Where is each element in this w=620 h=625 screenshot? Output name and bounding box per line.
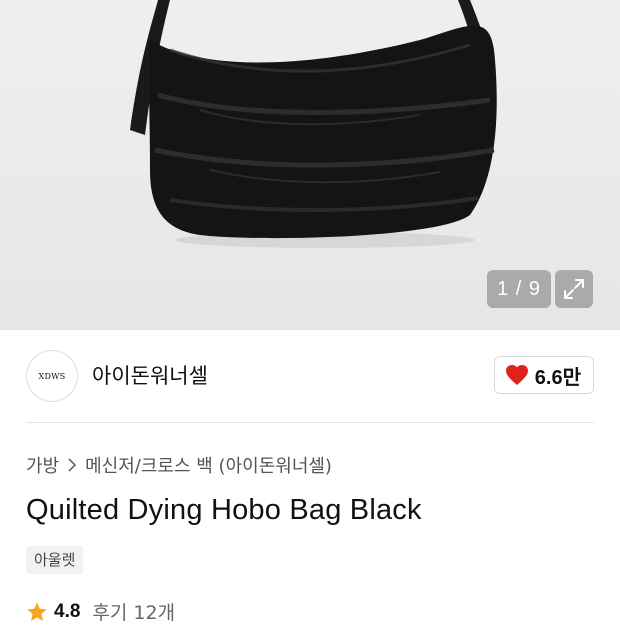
brand-row: XDWS 아이돈워너셀 6.6만 <box>26 350 594 402</box>
breadcrumb: 가방 메신저/크로스 백 (아이돈워너셀) <box>26 452 332 478</box>
review-count-link[interactable]: 후기 12개 <box>92 598 175 625</box>
like-button[interactable]: 6.6만 <box>493 356 594 394</box>
chevron-right-icon <box>68 458 77 472</box>
breadcrumb-category[interactable]: 가방 <box>26 452 59 478</box>
star-icon <box>27 601 47 621</box>
product-image-gallery[interactable]: 1 / 9 <box>0 0 620 330</box>
like-count: 6.6만 <box>534 366 581 389</box>
heart-icon <box>505 365 528 385</box>
outlet-badge: 아울렛 <box>26 546 84 574</box>
breadcrumb-subcategory[interactable]: 메신저/크로스 백 (아이돈워너셀) <box>85 452 332 478</box>
expand-image-button[interactable] <box>555 270 593 308</box>
brand-logo[interactable]: XDWS <box>26 350 78 402</box>
brand-logo-text: XDWS <box>38 371 66 381</box>
brand-name[interactable]: 아이돈워너셀 <box>92 360 208 390</box>
rating-score: 4.8 <box>54 600 81 622</box>
section-divider <box>26 422 594 423</box>
rating-row[interactable]: 4.8 후기 12개 <box>26 598 175 625</box>
product-title: Quilted Dying Hobo Bag Black <box>26 494 422 526</box>
expand-icon <box>564 279 584 299</box>
image-pager-indicator: 1 / 9 <box>487 270 551 308</box>
